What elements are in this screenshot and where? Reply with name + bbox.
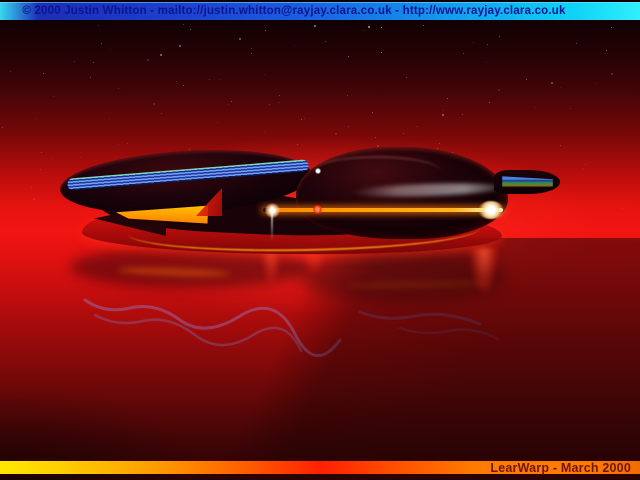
beam-sparkle-spike [271, 206, 273, 242]
hull-white-light [315, 168, 321, 174]
learwarp-ship [0, 0, 640, 480]
pod-stripe-band [502, 176, 553, 189]
credit-bar: © 2000 Justin Whitton - mailto://justin.… [0, 2, 640, 20]
energy-beam [263, 208, 503, 212]
credit-text: © 2000 Justin Whitton - mailto://justin.… [22, 5, 565, 17]
nose-glow [478, 201, 504, 219]
render-viewport: © 2000 Justin Whitton - mailto://justin.… [0, 0, 640, 480]
footer-text: LearWarp - March 2000 [490, 461, 631, 475]
sky-and-floor [0, 0, 640, 480]
starboard-pod [494, 170, 560, 194]
footer-bar: LearWarp - March 2000 [0, 461, 640, 474]
beam-red-light [313, 205, 322, 214]
